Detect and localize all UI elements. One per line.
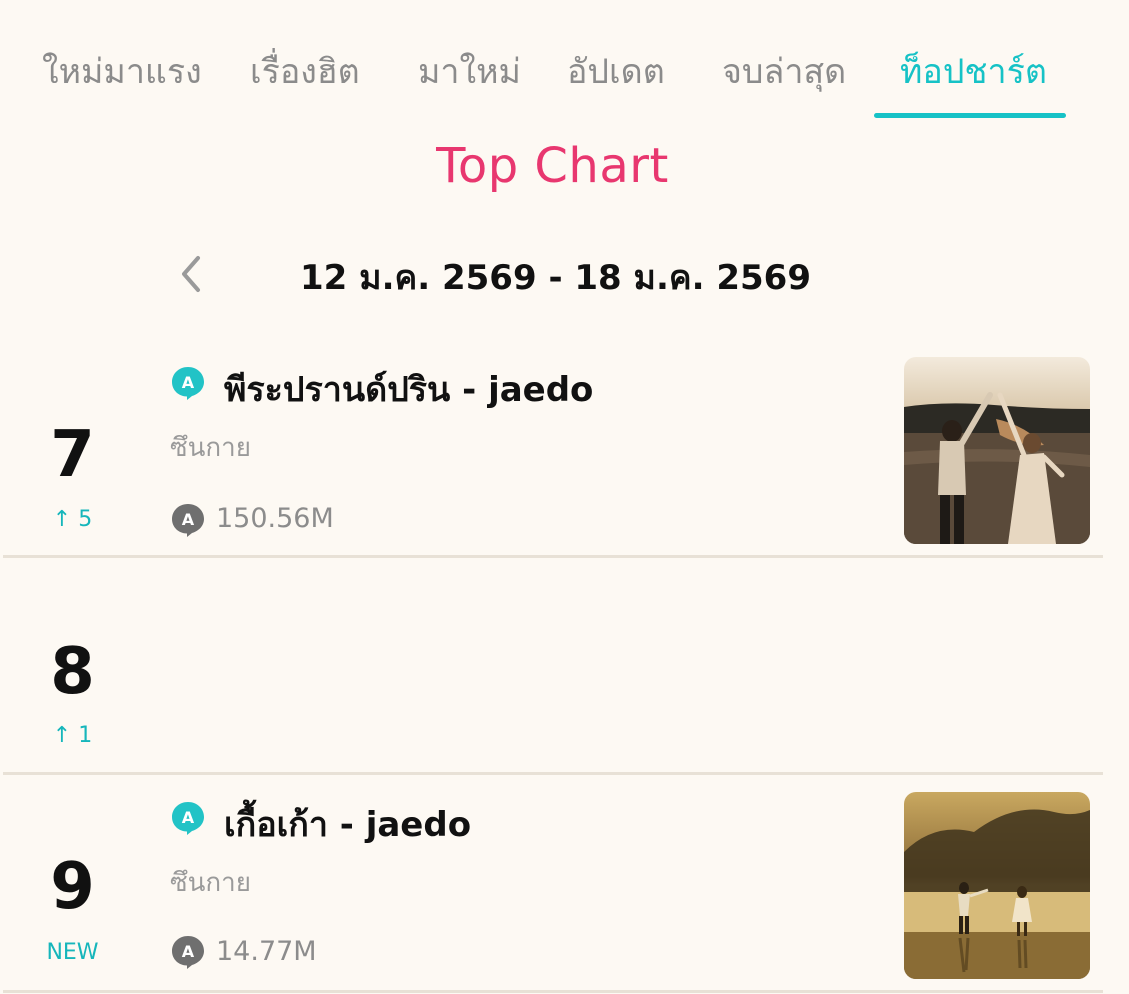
active-tab-indicator xyxy=(874,113,1066,118)
svg-text:A: A xyxy=(182,510,195,529)
category-tabs: ใหม่มาแรง เรื่องฮิต มาใหม่ อัปเดต จบล่าส… xyxy=(0,0,1129,125)
chevron-left-icon xyxy=(182,256,200,292)
row-divider xyxy=(3,555,1103,558)
entry-author[interactable]: ซึนกาย xyxy=(170,862,251,903)
svg-text:A: A xyxy=(182,942,195,961)
view-count: 14.77M xyxy=(216,936,317,967)
svg-text:A: A xyxy=(182,808,195,827)
audio-badge-icon: A xyxy=(172,802,204,835)
chart-entry[interactable]: 7 ↑ 5 A พีระปรานด์ปริน - jaedo ซึนกาย A … xyxy=(0,340,1129,560)
row-divider xyxy=(3,772,1103,775)
top-chart-page: ใหม่มาแรง เรื่องฮิต มาใหม่ อัปเดต จบล่าส… xyxy=(0,0,1129,994)
tab-completed[interactable]: จบล่าสุด xyxy=(722,44,846,98)
tab-hits[interactable]: เรื่องฮิต xyxy=(250,44,360,98)
view-count: 150.56M xyxy=(216,503,334,534)
entry-title[interactable]: เกื้อเก้า - jaedo xyxy=(224,797,471,851)
date-range-label: 12 ม.ค. 2569 - 18 ม.ค. 2569 xyxy=(300,258,811,298)
tab-top-chart[interactable]: ท็อปชาร์ต xyxy=(900,44,1047,98)
view-count-icon: A xyxy=(172,504,204,537)
tab-updated[interactable]: อัปเดต xyxy=(567,44,665,98)
entry-author[interactable]: ซึนกาย xyxy=(170,427,251,468)
rank-number: 7 xyxy=(50,418,95,492)
view-count-icon: A xyxy=(172,936,204,969)
chart-entry[interactable]: 9 NEW A เกื้อเก้า - jaedo ซึนกาย A 14.77… xyxy=(0,776,1129,994)
rank-change: NEW xyxy=(46,940,99,965)
tab-new[interactable]: มาใหม่ xyxy=(418,44,521,98)
tab-new-hot[interactable]: ใหม่มาแรง xyxy=(42,44,202,98)
cover-image[interactable] xyxy=(904,792,1090,979)
page-title: Top Chart xyxy=(436,138,669,194)
cover-illustration xyxy=(904,792,1090,979)
rank-change: ↑ 1 xyxy=(52,723,93,748)
cover-image[interactable] xyxy=(904,357,1090,544)
entry-title[interactable]: พีระปรานด์ปริน - jaedo xyxy=(224,362,593,416)
rank-number: 8 xyxy=(50,635,95,709)
rank-number: 9 xyxy=(50,850,95,924)
audio-badge-icon: A xyxy=(172,367,204,400)
chart-entry[interactable]: 8 ↑ 1 xyxy=(0,560,1129,775)
cover-illustration xyxy=(904,357,1090,544)
previous-week-button[interactable] xyxy=(170,252,214,296)
row-divider xyxy=(3,990,1103,993)
rank-change: ↑ 5 xyxy=(52,507,93,532)
svg-text:A: A xyxy=(182,373,195,392)
